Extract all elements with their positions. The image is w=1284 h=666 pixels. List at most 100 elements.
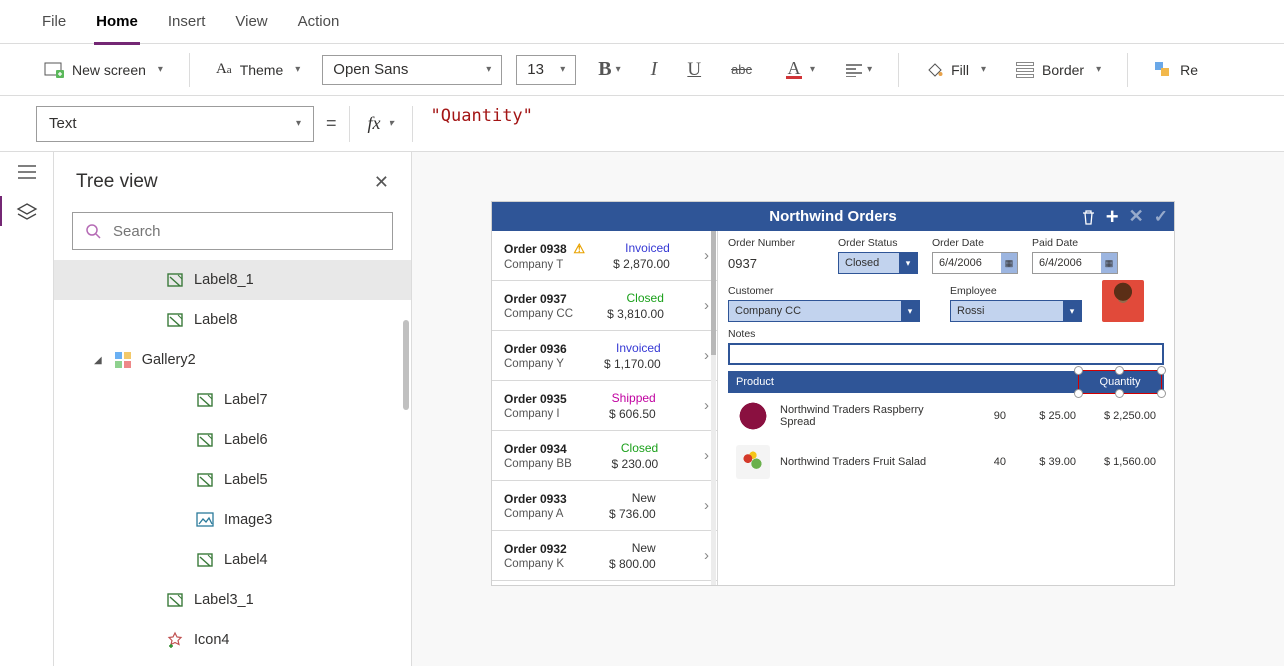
tree-item-label8_1[interactable]: Label8_1 [54, 260, 411, 300]
order-amount: $ 1,170.00 [604, 357, 661, 371]
menu-view[interactable]: View [233, 7, 269, 36]
order-detail-form: Order Number 0937 Order Status Closed ▾ … [718, 231, 1174, 585]
delete-icon[interactable] [1081, 209, 1096, 225]
ribbon: New screen ▾ Aa Theme ▾ Open Sans ▾ 13 ▾… [0, 44, 1284, 96]
tree-list[interactable]: Label8_1Label8◢Gallery2Label7Label6Label… [54, 260, 411, 666]
employee-select[interactable]: Rossi ▾ [950, 300, 1082, 322]
cancel-icon[interactable]: ✕ [1129, 206, 1144, 227]
tree-item-image3[interactable]: Image3 [54, 500, 411, 540]
order-row[interactable]: Order 0935Company IShipped$ 606.50› [492, 381, 717, 431]
order-name: Order 0935 [504, 392, 567, 406]
chevron-right-icon: › [704, 547, 709, 564]
product-qty: 40 [956, 456, 1006, 468]
gallery-scrollbar[interactable] [711, 231, 716, 585]
bold-button[interactable]: B▾ [590, 54, 628, 85]
order-name: Order 0936 [504, 342, 567, 356]
menu-action[interactable]: Action [296, 7, 342, 36]
design-canvas[interactable]: Northwind Orders + ✕ ✓ Order 0938 ⚠Compa… [412, 152, 1284, 666]
font-color-button[interactable]: A▾ [774, 55, 823, 85]
notes-input[interactable] [728, 343, 1164, 365]
order-row[interactable]: Order 0932Company KNew$ 800.00› [492, 531, 717, 581]
tree-search-input[interactable] [111, 222, 380, 241]
quantity-label-selected[interactable]: Quantity [1084, 376, 1156, 388]
order-name: Order 0933 [504, 492, 567, 506]
tree-item-label4[interactable]: Label4 [54, 540, 411, 580]
chevron-down-icon: ▾ [295, 64, 300, 75]
product-image [736, 445, 770, 479]
scrollbar-thumb[interactable] [403, 320, 409, 410]
app-header: Northwind Orders + ✕ ✓ [492, 202, 1174, 231]
property-select[interactable]: Text ▾ [36, 106, 314, 142]
product-row[interactable]: Northwind Traders Fruit Salad 40 $ 39.00 $ … [728, 439, 1164, 485]
paid-date-picker[interactable]: 6/4/2006 ▦ [1032, 252, 1118, 274]
label-icon [166, 591, 184, 609]
border-button[interactable]: Border ▾ [1008, 56, 1109, 84]
tree-item-gallery2[interactable]: ◢Gallery2 [54, 340, 411, 380]
confirm-icon[interactable]: ✓ [1154, 207, 1168, 227]
order-row[interactable]: Order 0938 ⚠Company TInvoiced$ 2,870.00› [492, 231, 717, 281]
product-qty: 90 [956, 410, 1006, 422]
formula-input[interactable]: "Quantity" [425, 106, 1248, 142]
menu-home[interactable]: Home [94, 7, 140, 36]
order-date-picker[interactable]: 6/4/2006 ▦ [932, 252, 1018, 274]
menu-file[interactable]: File [40, 7, 68, 36]
tree-item-label8[interactable]: Label8 [54, 300, 411, 340]
order-row[interactable]: Order 0936Company YInvoiced$ 1,170.00› [492, 331, 717, 381]
chevron-right-icon: › [704, 247, 709, 264]
orders-gallery[interactable]: Order 0938 ⚠Company TInvoiced$ 2,870.00›… [492, 231, 718, 585]
value-customer: Company CC [735, 305, 801, 317]
tree-item-label6[interactable]: Label6 [54, 420, 411, 460]
font-family-select[interactable]: Open Sans ▾ [322, 55, 502, 85]
new-screen-label: New screen [72, 62, 146, 78]
value-employee: Rossi [957, 305, 985, 317]
customer-select[interactable]: Company CC ▾ [728, 300, 920, 322]
menu-insert[interactable]: Insert [166, 7, 208, 36]
chevron-down-icon: ▾ [899, 253, 917, 273]
chevron-down-icon: ▾ [1063, 301, 1081, 321]
value-order-number: 0937 [728, 252, 824, 274]
strikethrough-button[interactable]: abc [723, 58, 760, 81]
order-row[interactable]: Order 0933Company ANew$ 736.00› [492, 481, 717, 531]
order-amount: $ 2,870.00 [613, 257, 670, 271]
align-button[interactable]: ▾ [837, 59, 880, 81]
formula-bar: Text ▾ = fx ▾ "Quantity" [0, 96, 1284, 152]
fill-button[interactable]: Fill ▾ [917, 55, 994, 85]
value-order-date: 6/4/2006 [939, 257, 982, 269]
theme-button[interactable]: Aa Theme ▾ [208, 55, 308, 84]
new-screen-button[interactable]: New screen ▾ [36, 56, 171, 84]
reorder-button[interactable]: Re [1146, 55, 1206, 85]
label-icon [196, 431, 214, 449]
order-company: Company CC [504, 308, 573, 320]
tree-search[interactable] [72, 212, 393, 250]
order-row[interactable]: Order 0937Company CCClosed$ 3,810.00› [492, 281, 717, 331]
calendar-icon: ▦ [1101, 253, 1117, 273]
collapse-panel-button[interactable] [17, 164, 37, 180]
product-name: Northwind Traders Fruit Salad [780, 456, 946, 468]
product-row[interactable]: Northwind Traders Raspberry Spread90$ 25… [728, 393, 1164, 439]
warning-icon: ⚠ [570, 241, 585, 256]
fx-label: fx [368, 113, 381, 134]
tree-item-label5[interactable]: Label5 [54, 460, 411, 500]
close-panel-button[interactable]: ✕ [374, 172, 389, 193]
font-size-select[interactable]: 13 ▾ [516, 55, 576, 85]
iconctrl-icon [166, 631, 184, 649]
tree-view-tab[interactable] [16, 202, 38, 222]
product-total: $ 2,250.00 [1086, 410, 1156, 422]
italic-button[interactable]: I [643, 54, 666, 85]
label-order-status: Order Status [838, 237, 918, 249]
theme-label: Theme [240, 62, 284, 78]
product-image [736, 399, 770, 433]
tree-item-icon4[interactable]: Icon4 [54, 620, 411, 660]
order-status-select[interactable]: Closed ▾ [838, 252, 918, 274]
label-order-date: Order Date [932, 237, 1018, 249]
product-total: $ 1,560.00 [1086, 456, 1156, 468]
tree-item-label3_1[interactable]: Label3_1 [54, 580, 411, 620]
underline-button[interactable]: U [679, 55, 709, 85]
chevron-right-icon: › [704, 447, 709, 464]
product-price: $ 39.00 [1016, 456, 1076, 468]
tree-item-label7[interactable]: Label7 [54, 380, 411, 420]
chevron-down-icon: ▾ [981, 64, 986, 75]
add-icon[interactable]: + [1106, 210, 1119, 224]
fx-button[interactable]: fx ▾ [362, 113, 400, 134]
order-row[interactable]: Order 0934Company BBClosed$ 230.00› [492, 431, 717, 481]
